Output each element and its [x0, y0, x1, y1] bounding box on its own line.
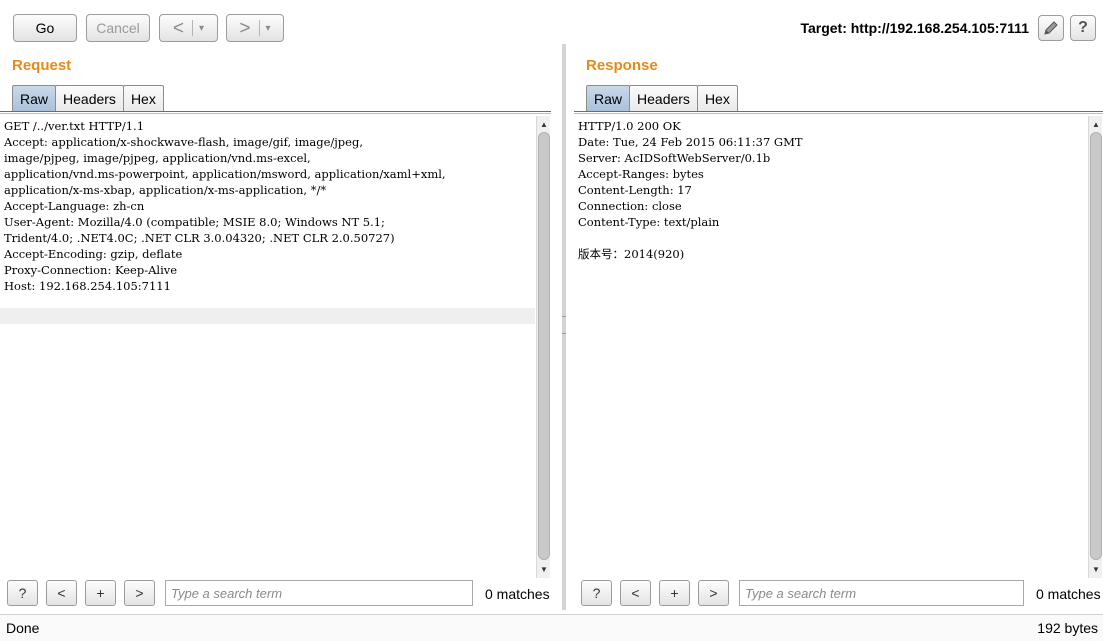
- current-line-highlight: [0, 308, 535, 324]
- request-search-add-button[interactable]: +: [85, 580, 116, 606]
- response-search-input[interactable]: [739, 580, 1024, 606]
- response-tab-hex[interactable]: Hex: [696, 85, 738, 112]
- response-tabs: Raw Headers Hex: [586, 85, 738, 112]
- go-button[interactable]: Go: [13, 14, 77, 42]
- request-search-prev-button[interactable]: <: [46, 580, 77, 606]
- scroll-up-icon[interactable]: ▲: [1090, 117, 1102, 131]
- scroll-down-icon[interactable]: ▼: [538, 562, 550, 576]
- cancel-button[interactable]: Cancel: [86, 14, 150, 42]
- response-size: 192 bytes: [1037, 620, 1098, 636]
- status-bar: Done 192 bytes: [0, 614, 1103, 641]
- response-search-help-button[interactable]: ?: [581, 580, 612, 606]
- back-dropdown-icon[interactable]: ▾: [199, 23, 204, 34]
- back-button[interactable]: < ▾: [159, 14, 218, 42]
- scroll-down-icon[interactable]: ▼: [1090, 562, 1102, 576]
- response-tab-raw[interactable]: Raw: [586, 85, 631, 112]
- forward-dropdown-icon[interactable]: ▾: [266, 23, 271, 34]
- request-tab-headers[interactable]: Headers: [55, 85, 124, 112]
- request-search-help-button[interactable]: ?: [7, 580, 38, 606]
- request-matches-count: 0 matches: [485, 586, 550, 602]
- response-search-add-button[interactable]: +: [659, 580, 690, 606]
- response-search-prev-button[interactable]: <: [620, 580, 651, 606]
- response-text[interactable]: HTTP/1.0 200 OK Date: Tue, 24 Feb 2015 0…: [574, 116, 1088, 262]
- forward-button[interactable]: > ▾: [226, 14, 284, 42]
- scroll-thumb[interactable]: [1090, 132, 1102, 560]
- status-text: Done: [6, 620, 40, 636]
- response-scrollbar[interactable]: ▲ ▼: [1088, 116, 1102, 578]
- panel-splitter[interactable]: [562, 44, 566, 610]
- request-text[interactable]: GET /../ver.txt HTTP/1.1 Accept: applica…: [0, 116, 536, 294]
- help-icon: ?: [1078, 19, 1088, 36]
- request-editor[interactable]: GET /../ver.txt HTTP/1.1 Accept: applica…: [0, 116, 536, 578]
- response-editor[interactable]: HTTP/1.0 200 OK Date: Tue, 24 Feb 2015 0…: [574, 116, 1088, 578]
- pencil-icon: [1044, 21, 1058, 35]
- request-tab-raw[interactable]: Raw: [12, 85, 57, 112]
- target-label: Target: http://192.168.254.105:7111: [800, 20, 1029, 36]
- scroll-thumb[interactable]: [538, 132, 550, 560]
- request-tabs: Raw Headers Hex: [12, 85, 164, 112]
- request-title: Request: [12, 57, 72, 74]
- edit-target-button[interactable]: [1038, 15, 1064, 41]
- response-matches-count: 0 matches: [1036, 586, 1101, 602]
- response-search-next-button[interactable]: >: [698, 580, 729, 606]
- splitter-grip-icon[interactable]: [562, 316, 566, 334]
- request-scrollbar[interactable]: ▲ ▼: [536, 116, 550, 578]
- scroll-up-icon[interactable]: ▲: [538, 117, 550, 131]
- response-title: Response: [586, 57, 658, 74]
- back-arrow-icon: <: [172, 17, 185, 39]
- forward-arrow-icon: >: [239, 17, 251, 39]
- request-search-input[interactable]: [165, 580, 473, 606]
- help-button[interactable]: ?: [1070, 15, 1096, 41]
- request-search-next-button[interactable]: >: [124, 580, 155, 606]
- request-tab-hex[interactable]: Hex: [122, 85, 164, 112]
- response-tab-headers[interactable]: Headers: [629, 85, 698, 112]
